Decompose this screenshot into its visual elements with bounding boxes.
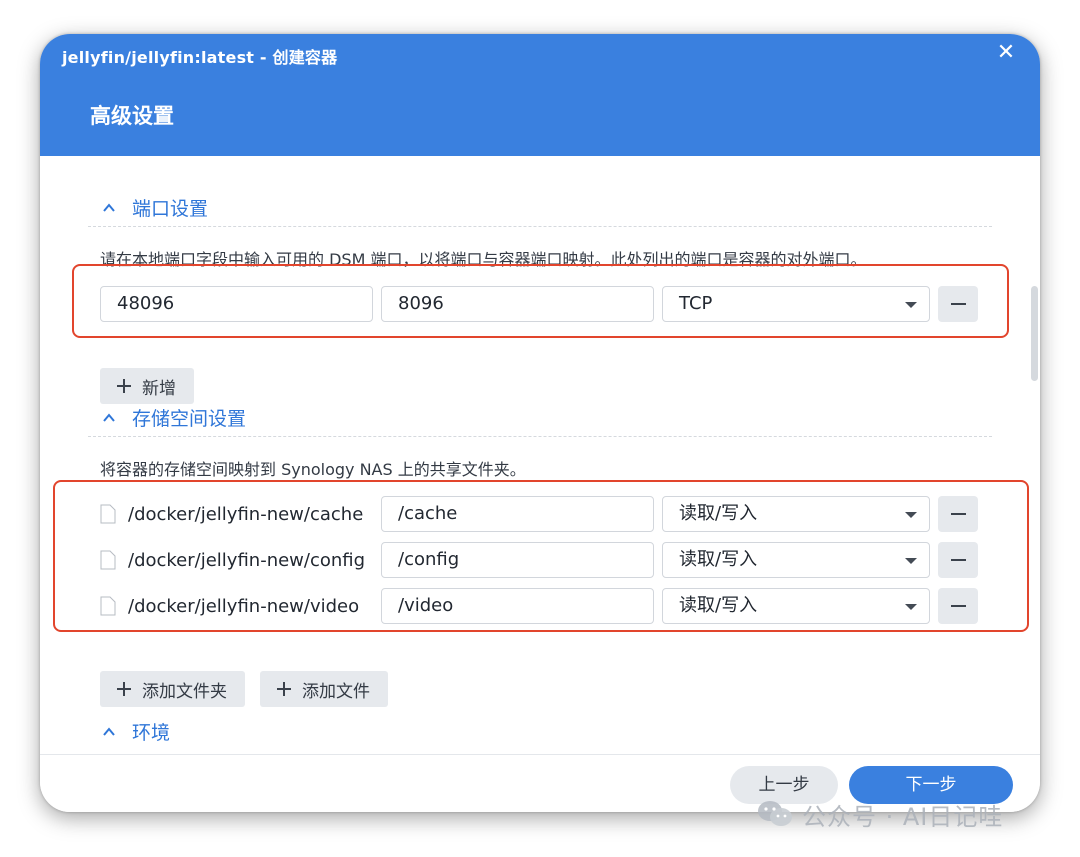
add-port-label: 新增 (142, 378, 176, 399)
section-title-storage: 存储空间设置 (132, 408, 247, 430)
section-title-ports: 端口设置 (132, 198, 209, 220)
port-highlight-box (72, 264, 1009, 338)
add-port-button[interactable]: 新增 (100, 368, 194, 404)
section-toggle-ports[interactable]: 端口设置 (102, 194, 208, 221)
watermark-text: 公众号 · AI日记哇 (802, 802, 1004, 831)
plus-icon (277, 682, 291, 696)
section-divider (88, 436, 992, 437)
chevron-up-icon (103, 726, 115, 736)
page-title: 高级设置 (90, 104, 174, 128)
chevron-up-icon (103, 412, 115, 422)
section-toggle-environment[interactable]: 环境 (102, 718, 170, 745)
plus-icon (117, 379, 131, 393)
screenshot-stage: jellyfin/jellyfin:latest - 创建容器 ✕ 高级设置 端… (0, 0, 1080, 857)
footer-divider (40, 754, 1040, 755)
add-folder-label: 添加文件夹 (142, 681, 227, 702)
add-folder-button[interactable]: 添加文件夹 (100, 671, 245, 707)
dialog-header: jellyfin/jellyfin:latest - 创建容器 ✕ 高级设置 (40, 34, 1040, 156)
close-icon[interactable]: ✕ (994, 40, 1018, 66)
storage-highlight-box (53, 480, 1029, 632)
add-file-button[interactable]: 添加文件 (260, 671, 388, 707)
watermark: 公众号 · AI日记哇 (756, 796, 1003, 832)
create-container-dialog: jellyfin/jellyfin:latest - 创建容器 ✕ 高级设置 端… (40, 34, 1040, 812)
wechat-icon (758, 801, 792, 826)
section-title-environment: 环境 (132, 722, 171, 744)
chevron-up-icon (103, 202, 115, 212)
plus-icon (117, 682, 131, 696)
add-file-label: 添加文件 (302, 681, 370, 702)
scrollbar[interactable] (1031, 286, 1038, 381)
section-divider (88, 226, 992, 227)
section-toggle-storage[interactable]: 存储空间设置 (102, 404, 246, 431)
window-title: jellyfin/jellyfin:latest - 创建容器 (62, 48, 338, 67)
storage-description: 将容器的存储空间映射到 Synology NAS 上的共享文件夹。 (100, 460, 526, 479)
dialog-body: 端口设置 请在本地端口字段中输入可用的 DSM 端口，以将端口与容器端口映射。此… (40, 156, 1040, 754)
